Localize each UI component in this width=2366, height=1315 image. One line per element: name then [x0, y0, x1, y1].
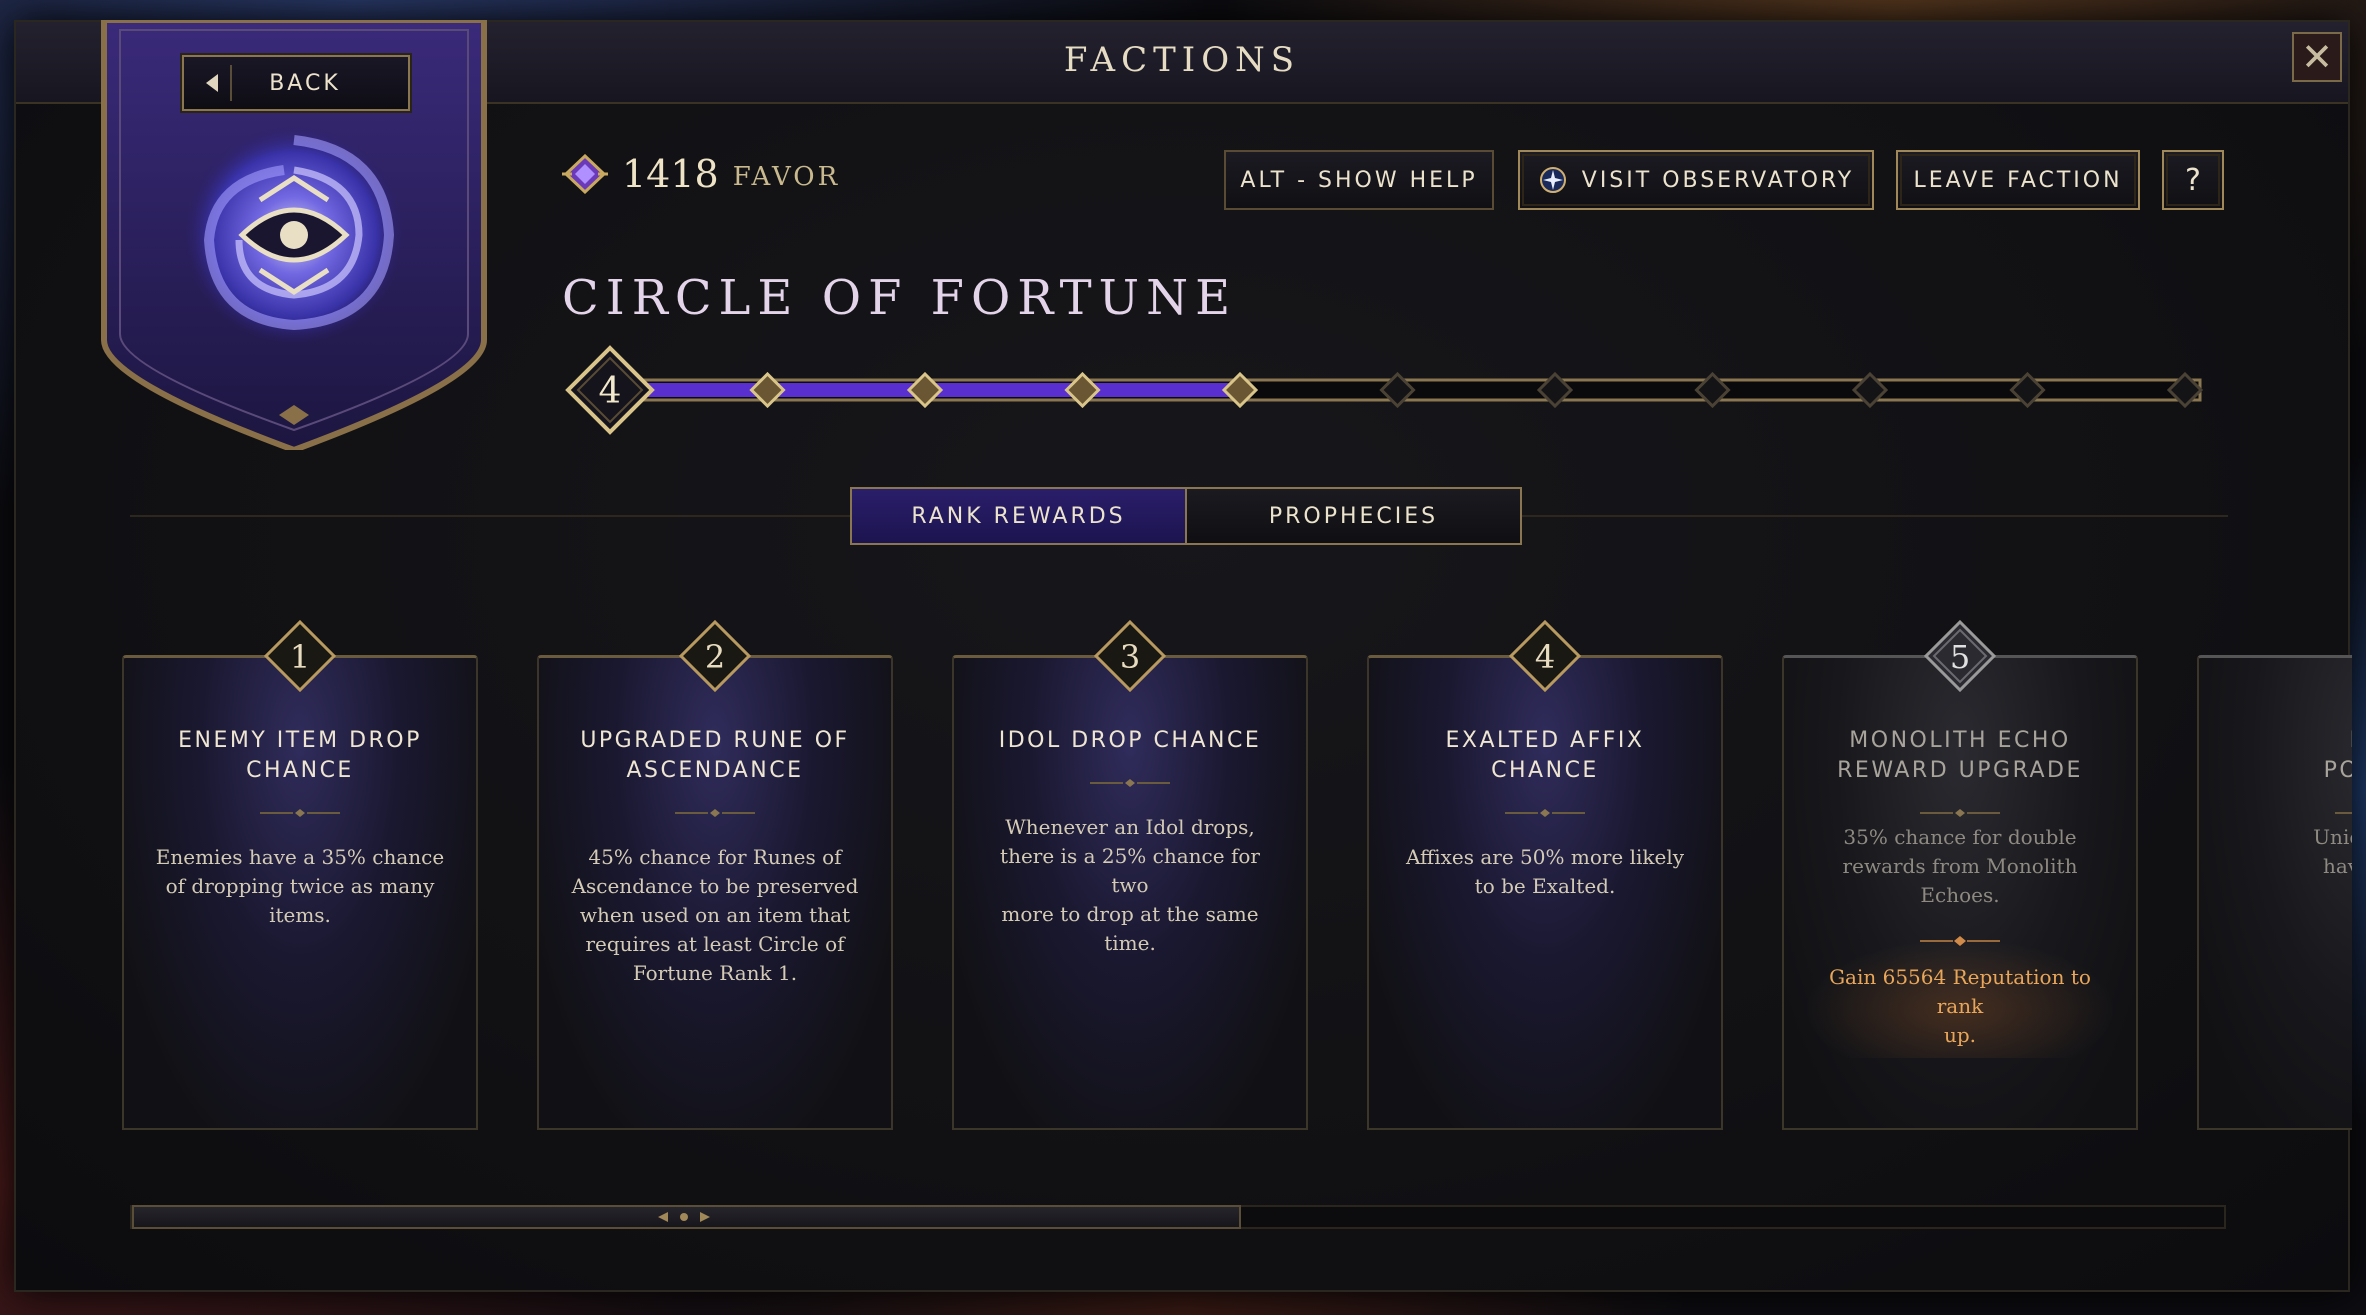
- rankup-ornament-icon: [1920, 936, 2000, 946]
- reward-card[interactable]: LEGPOTENT Uniques are have Lege: [2197, 655, 2352, 1130]
- reward-title: LEGPOTENT: [2219, 726, 2352, 786]
- reward-description-line: of dropping twice as many: [165, 874, 435, 898]
- reward-description: Affixes are 50% more likely to be Exalted…: [1397, 843, 1693, 901]
- reward-title-line: UPGRADED RUNE OF: [580, 728, 850, 753]
- rankup-requirement-line: Gain 65564 Reputation to rank: [1829, 965, 2091, 1018]
- reward-title-line: REWARD UPGRADE: [1837, 758, 2083, 783]
- reward-rank-number: 1: [290, 638, 310, 676]
- reward-title-line: CHANCE: [246, 758, 354, 783]
- divider-ornament-icon: [2335, 812, 2352, 814]
- reward-description-line: items.: [269, 903, 331, 927]
- reward-description: 35% chance for double rewards from Monoli…: [1812, 823, 2108, 910]
- reward-rank-badge: 1: [264, 620, 336, 692]
- reward-description-line: Uniques are: [2313, 825, 2352, 849]
- reward-rank-number: 5: [1950, 638, 1970, 676]
- reward-card[interactable]: IDOL DROP CHANCE Whenever an Idol drops, t…: [952, 655, 1308, 1130]
- reward-title-line: ASCENDANCE: [626, 758, 804, 783]
- reward-description: Whenever an Idol drops, there is a 25% ch…: [982, 813, 1278, 958]
- reward-title: UPGRADED RUNE OF ASCENDANCE: [559, 726, 871, 786]
- reward-rank-badge: 5: [1924, 620, 1996, 692]
- reward-description-line: requires at least Circle of: [585, 932, 845, 956]
- reward-card[interactable]: EXALTED AFFIX CHANCE Affixes are 50% more …: [1367, 655, 1723, 1130]
- reward-title-line: CHANCE: [1491, 758, 1599, 783]
- reward-description-line: have Lege: [2322, 854, 2352, 878]
- reward-description-line: when used on an item that: [579, 903, 851, 927]
- divider-ornament-icon: [1090, 779, 1170, 787]
- reward-title-line: EXALTED AFFIX: [1445, 728, 1645, 753]
- reward-description-line: more to drop at the same: [1001, 902, 1259, 926]
- reward-card[interactable]: MONOLITH ECHO REWARD UPGRADE 35% chance fo…: [1782, 655, 2138, 1130]
- reward-title-line: LEG: [2219, 726, 2352, 756]
- scroll-grip-icon: [658, 1212, 710, 1222]
- reward-description-line: Fortune Rank 1.: [632, 961, 798, 985]
- reward-title-line: MONOLITH ECHO: [1849, 728, 2071, 753]
- reward-description: Enemies have a 35% chance of dropping twi…: [152, 843, 448, 930]
- reward-description-line: Ascendance to be preserved: [571, 874, 859, 898]
- reward-title-line: ENEMY ITEM DROP: [178, 728, 422, 753]
- divider-ornament-icon: [675, 809, 755, 817]
- reward-description-line: Affixes are 50% more likely: [1405, 845, 1685, 869]
- divider-ornament-icon: [260, 809, 340, 817]
- reward-title-line: POTENT: [2323, 758, 2352, 783]
- reward-description-line: to be Exalted.: [1474, 874, 1616, 898]
- reward-description-line: there is a 25% chance for two: [1000, 844, 1260, 897]
- reward-title-line: IDOL DROP CHANCE: [998, 728, 1262, 753]
- reward-description-line: 45% chance for Runes of: [588, 845, 842, 869]
- reward-description-line: rewards from Monolith: [1842, 854, 2078, 878]
- reward-cards-row: ENEMY ITEM DROP CHANCE Enemies have a 35% …: [0, 0, 2352, 1315]
- reward-rank-badge: 3: [1094, 620, 1166, 692]
- reward-rank-badge: 4: [1509, 620, 1581, 692]
- reward-description-line: Echoes.: [1920, 883, 2000, 907]
- rankup-requirement: Gain 65564 Reputation to rank up.: [1812, 963, 2108, 1050]
- reward-description-line: 35% chance for double: [1843, 825, 2077, 849]
- reward-title: MONOLITH ECHO REWARD UPGRADE: [1804, 726, 2116, 786]
- reward-description: 45% chance for Runes of Ascendance to be …: [567, 843, 863, 988]
- rankup-requirement-line: up.: [1943, 1023, 1977, 1047]
- reward-description-line: Enemies have a 35% chance: [155, 845, 445, 869]
- reward-description: Uniques are have Lege: [2227, 823, 2352, 881]
- reward-description-line: time.: [1104, 931, 1156, 955]
- reward-rank-badge: 2: [679, 620, 751, 692]
- reward-rank-number: 4: [1535, 638, 1555, 676]
- scrollbar-thumb[interactable]: [132, 1205, 1241, 1229]
- reward-title: ENEMY ITEM DROP CHANCE: [144, 726, 456, 786]
- reward-rank-number: 3: [1120, 638, 1140, 676]
- rewards-scrollbar[interactable]: [130, 1205, 2226, 1229]
- reward-card[interactable]: ENEMY ITEM DROP CHANCE Enemies have a 35% …: [122, 655, 478, 1130]
- reward-title: IDOL DROP CHANCE: [974, 726, 1286, 756]
- reward-card[interactable]: UPGRADED RUNE OF ASCENDANCE 45% chance for…: [537, 655, 893, 1130]
- divider-ornament-icon: [1920, 809, 2000, 817]
- reward-rank-number: 2: [705, 638, 725, 676]
- divider-ornament-icon: [1505, 809, 1585, 817]
- reward-description-line: Whenever an Idol drops,: [1005, 815, 1255, 839]
- reward-title: EXALTED AFFIX CHANCE: [1389, 726, 1701, 786]
